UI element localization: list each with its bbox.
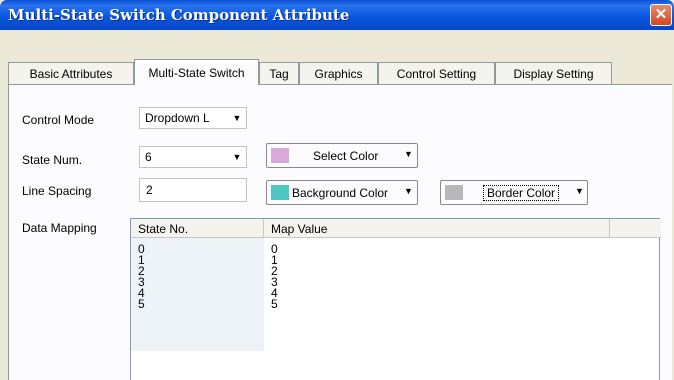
state-num-value: 6 xyxy=(145,150,152,164)
line-spacing-input[interactable]: 2 xyxy=(139,178,247,202)
line-spacing-label: Line Spacing xyxy=(22,184,92,198)
background-color-swatch xyxy=(271,185,289,200)
data-mapping-table[interactable]: State No. Map Value 0 0 1 1 2 2 3 3 4 4 … xyxy=(130,218,661,380)
tab-basic-attributes[interactable]: Basic Attributes xyxy=(8,62,134,84)
chevron-down-icon[interactable]: ▼ xyxy=(230,110,244,126)
state-num-label: State Num. xyxy=(22,153,83,167)
border-color-label: Border Color xyxy=(483,185,560,201)
chevron-down-icon[interactable]: ▼ xyxy=(230,149,244,165)
tab-tag[interactable]: Tag xyxy=(259,62,299,84)
tab-multi-state-switch[interactable]: Multi-State Switch xyxy=(134,59,259,85)
select-color-button[interactable]: Select Color ▼ xyxy=(266,143,418,168)
border-color-swatch xyxy=(445,185,463,200)
tab-control-setting[interactable]: Control Setting xyxy=(378,62,495,84)
close-button[interactable]: ✕ xyxy=(650,4,672,26)
chevron-down-icon: ▼ xyxy=(404,149,413,159)
control-mode-label: Control Mode xyxy=(22,113,95,127)
state-num-dropdown[interactable]: 6 ▼ xyxy=(139,146,247,168)
tab-graphics[interactable]: Graphics xyxy=(299,62,378,84)
column-header-map-value[interactable]: Map Value xyxy=(264,219,610,238)
background-color-label: Background Color xyxy=(292,186,389,200)
title-bar: Multi-State Switch Component Attribute ✕ xyxy=(0,0,674,30)
column-header-state-no[interactable]: State No. xyxy=(131,219,264,238)
data-mapping-label: Data Mapping xyxy=(22,221,97,235)
chevron-down-icon: ▼ xyxy=(575,186,584,196)
column-header-empty xyxy=(610,219,661,238)
control-mode-dropdown[interactable]: Dropdown L ▼ xyxy=(139,107,247,129)
select-color-label: Select Color xyxy=(313,149,379,163)
tab-display-setting[interactable]: Display Setting xyxy=(495,62,612,84)
select-color-swatch xyxy=(271,148,289,163)
chevron-down-icon: ▼ xyxy=(404,186,413,196)
background-color-button[interactable]: Background Color ▼ xyxy=(266,180,418,205)
map-value-cell[interactable]: 5 xyxy=(271,298,278,310)
border-color-button[interactable]: Border Color ▼ xyxy=(440,180,588,205)
close-icon: ✕ xyxy=(654,6,668,23)
state-no-column-shade xyxy=(131,238,264,351)
control-mode-value: Dropdown L xyxy=(145,111,210,125)
state-no-cell[interactable]: 5 xyxy=(138,298,145,310)
window-title: Multi-State Switch Component Attribute xyxy=(8,6,350,24)
